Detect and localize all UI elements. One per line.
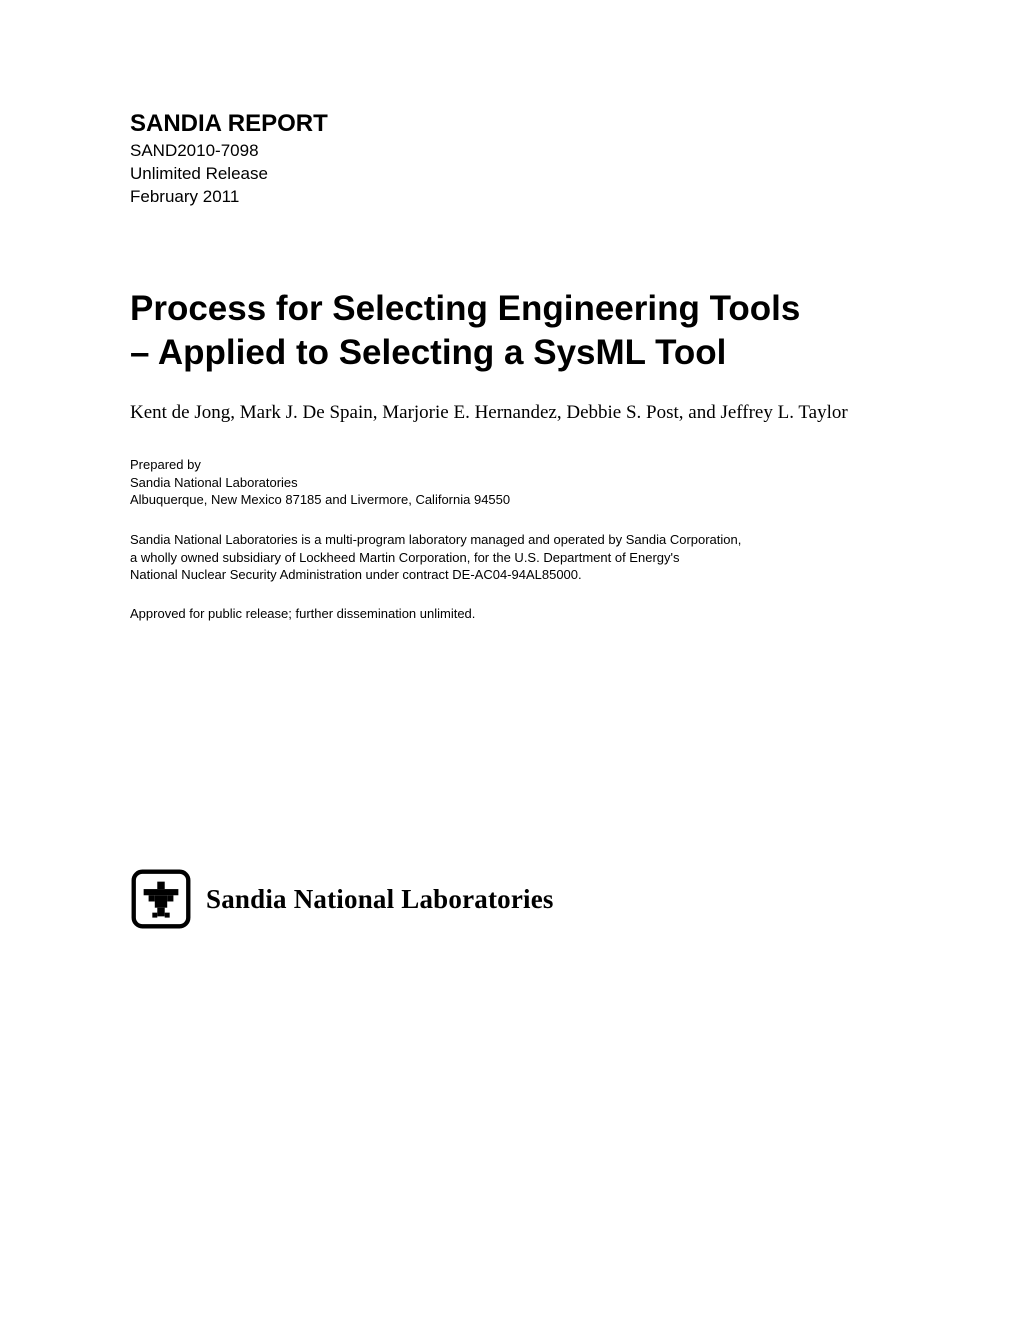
corp-line-2: a wholly owned subsidiary of Lockheed Ma… [130, 549, 890, 567]
report-label: SANDIA REPORT [130, 110, 890, 138]
prepared-line-2: Sandia National Laboratories [130, 474, 890, 492]
authors-line: Kent de Jong, Mark J. De Spain, Marjorie… [130, 402, 890, 424]
prepared-line-1: Prepared by [130, 456, 890, 474]
approval-statement: Approved for public release; further dis… [130, 606, 890, 621]
report-number: SAND2010-7098 [130, 140, 890, 163]
corp-line-1: Sandia National Laboratories is a multi-… [130, 531, 890, 549]
report-meta: SAND2010-7098 Unlimited Release February… [130, 140, 890, 209]
report-release: Unlimited Release [130, 163, 890, 186]
corp-line-3: National Nuclear Security Administration… [130, 566, 890, 584]
corporation-block: Sandia National Laboratories is a multi-… [130, 531, 890, 584]
prepared-by-block: Prepared by Sandia National Laboratories… [130, 456, 890, 509]
sandia-thunderbird-icon [130, 868, 192, 930]
title-line-2: – Applied to Selecting a SysML Tool [130, 333, 726, 372]
prepared-line-3: Albuquerque, New Mexico 87185 and Liverm… [130, 491, 890, 509]
sandia-logo-block: Sandia National Laboratories [130, 868, 554, 930]
report-date: February 2011 [130, 186, 890, 209]
title-line-1: Process for Selecting Engineering Tools [130, 289, 800, 328]
report-cover-page: SANDIA REPORT SAND2010-7098 Unlimited Re… [0, 0, 1020, 621]
document-title: Process for Selecting Engineering Tools … [130, 287, 890, 375]
sandia-logo-text: Sandia National Laboratories [206, 884, 554, 915]
report-header-block: SANDIA REPORT SAND2010-7098 Unlimited Re… [130, 110, 890, 209]
